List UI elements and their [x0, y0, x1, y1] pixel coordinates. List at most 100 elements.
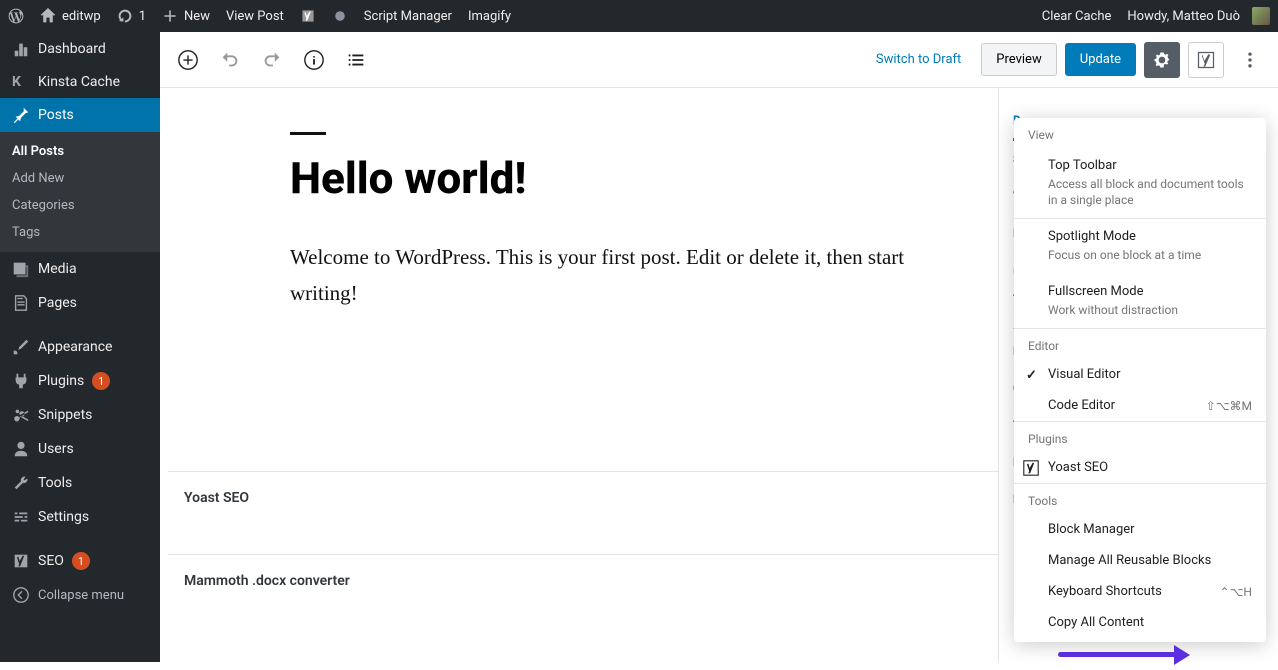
plug-icon	[12, 372, 30, 390]
users-label: Users	[38, 441, 74, 457]
preview-button[interactable]: Preview	[981, 43, 1056, 76]
settings-label: Settings	[38, 509, 89, 525]
sidebar-item-settings[interactable]: Settings	[0, 500, 160, 534]
kebab-icon	[1240, 50, 1260, 70]
submenu-add-new[interactable]: Add New	[0, 165, 160, 192]
gear-icon	[1152, 50, 1172, 70]
menu-item-keyboard-shortcuts[interactable]: Keyboard Shortcuts ⌃⌥H	[1014, 576, 1266, 607]
yoast-menu-label: Yoast SEO	[1048, 460, 1252, 475]
add-block-button[interactable]	[170, 42, 206, 78]
list-icon	[345, 49, 367, 71]
plus-circle-icon	[177, 49, 199, 71]
new-content[interactable]: New	[154, 0, 218, 32]
view-post-link[interactable]: View Post	[218, 0, 292, 32]
more-menu-button[interactable]	[1232, 42, 1268, 78]
sidebar-item-posts[interactable]: Posts	[0, 98, 160, 132]
imagify-label: Imagify	[468, 9, 511, 24]
clear-cache-link[interactable]: Clear Cache	[1034, 0, 1120, 32]
post-title[interactable]: Hello world!	[290, 138, 930, 204]
block-manager-label: Block Manager	[1048, 522, 1252, 537]
menu-section-tools: Tools	[1014, 484, 1266, 514]
sidebar-item-seo[interactable]: SEO1	[0, 544, 160, 578]
refresh-icon	[117, 8, 133, 24]
post-body[interactable]: Welcome to WordPress. This is your first…	[290, 240, 930, 311]
menu-item-copy-all[interactable]: Copy All Content	[1014, 607, 1266, 638]
media-label: Media	[38, 261, 77, 277]
sidebar-item-dashboard[interactable]: Dashboard	[0, 32, 160, 66]
sidebar-item-plugins[interactable]: Plugins1	[0, 364, 160, 398]
menu-item-reusable-blocks[interactable]: Manage All Reusable Blocks	[1014, 545, 1266, 576]
yoast-metabox-title: Yoast SEO	[184, 490, 249, 506]
submenu-tags[interactable]: Tags	[0, 219, 160, 246]
copy-all-label: Copy All Content	[1048, 615, 1252, 630]
sidebar-item-appearance[interactable]: Appearance	[0, 330, 160, 364]
tools-label: Tools	[38, 475, 72, 491]
yoast-menu-icon	[1022, 459, 1040, 477]
kinsta-label: Kinsta Cache	[38, 74, 120, 90]
admin-sidebar: Dashboard KKinsta Cache Posts All Posts …	[0, 32, 160, 662]
sliders-icon	[12, 508, 30, 526]
avatar	[1252, 7, 1270, 25]
sidebar-item-tools[interactable]: Tools	[0, 466, 160, 500]
menu-item-yoast[interactable]: Yoast SEO	[1014, 452, 1266, 484]
seo-badge: 1	[72, 552, 90, 570]
yoast-panel-icon	[1196, 50, 1216, 70]
yoast-adminbar[interactable]	[292, 0, 324, 32]
updates[interactable]: 1	[109, 0, 154, 32]
annotation-arrow	[1058, 652, 1198, 670]
plus-icon	[162, 8, 178, 24]
imagify-link[interactable]: Imagify	[460, 0, 519, 32]
wp-admin-bar: editwp 1 New View Post Script Manager Im…	[0, 0, 1278, 32]
yoast-panel-button[interactable]	[1188, 42, 1224, 78]
menu-item-top-toolbar[interactable]: Top Toolbar Access all block and documen…	[1014, 148, 1266, 219]
howdy-text: Howdy, Matteo Duò	[1127, 9, 1240, 24]
script-manager-link[interactable]: Script Manager	[356, 0, 460, 32]
menu-item-fullscreen[interactable]: Fullscreen Mode Work without distraction	[1014, 274, 1266, 329]
scissors-icon	[12, 406, 30, 424]
keyboard-shortcuts-key: ⌃⌥H	[1220, 585, 1252, 599]
redo-icon	[261, 49, 283, 71]
wordpress-icon	[8, 8, 24, 24]
menu-item-code-editor[interactable]: Code Editor ⇧⌥⌘M	[1014, 390, 1266, 422]
sidebar-item-kinsta[interactable]: KKinsta Cache	[0, 66, 160, 98]
pages-label: Pages	[38, 295, 77, 311]
info-button[interactable]	[296, 42, 332, 78]
collapse-menu[interactable]: Collapse menu	[0, 578, 160, 612]
status-dot[interactable]	[324, 0, 356, 32]
spotlight-label: Spotlight Mode	[1048, 229, 1252, 244]
my-account[interactable]: Howdy, Matteo Duò	[1119, 0, 1278, 32]
sidebar-item-pages[interactable]: Pages	[0, 286, 160, 320]
sidebar-item-media[interactable]: Media	[0, 252, 160, 286]
yoast-icon	[300, 8, 316, 24]
collapse-label: Collapse menu	[38, 588, 124, 603]
dashboard-icon	[12, 40, 30, 58]
menu-item-block-manager[interactable]: Block Manager	[1014, 514, 1266, 545]
plugins-badge: 1	[92, 372, 110, 390]
menu-item-visual-editor[interactable]: ✓ Visual Editor	[1014, 359, 1266, 390]
page-icon	[12, 294, 30, 312]
submenu-categories[interactable]: Categories	[0, 192, 160, 219]
redo-button[interactable]	[254, 42, 290, 78]
more-options-menu: View Top Toolbar Access all block and do…	[1014, 118, 1266, 642]
outline-button[interactable]	[338, 42, 374, 78]
site-name[interactable]: editwp	[32, 0, 109, 32]
undo-button[interactable]	[212, 42, 248, 78]
update-button[interactable]: Update	[1065, 43, 1136, 76]
media-icon	[12, 260, 30, 278]
submenu-all-posts[interactable]: All Posts	[0, 138, 160, 165]
menu-item-spotlight[interactable]: Spotlight Mode Focus on one block at a t…	[1014, 219, 1266, 273]
switch-draft-button[interactable]: Switch to Draft	[864, 44, 973, 75]
update-count: 1	[139, 9, 146, 24]
undo-icon	[219, 49, 241, 71]
sidebar-item-users[interactable]: Users	[0, 432, 160, 466]
wp-logo[interactable]	[0, 0, 32, 32]
visual-editor-label: Visual Editor	[1048, 367, 1252, 382]
snippets-label: Snippets	[38, 407, 92, 423]
fullscreen-label: Fullscreen Mode	[1048, 284, 1252, 299]
sidebar-item-snippets[interactable]: Snippets	[0, 398, 160, 432]
check-icon: ✓	[1026, 368, 1037, 383]
posts-submenu: All Posts Add New Categories Tags	[0, 132, 160, 252]
wrench-icon	[12, 474, 30, 492]
settings-gear-button[interactable]	[1144, 42, 1180, 78]
menu-section-editor: Editor	[1014, 329, 1266, 359]
